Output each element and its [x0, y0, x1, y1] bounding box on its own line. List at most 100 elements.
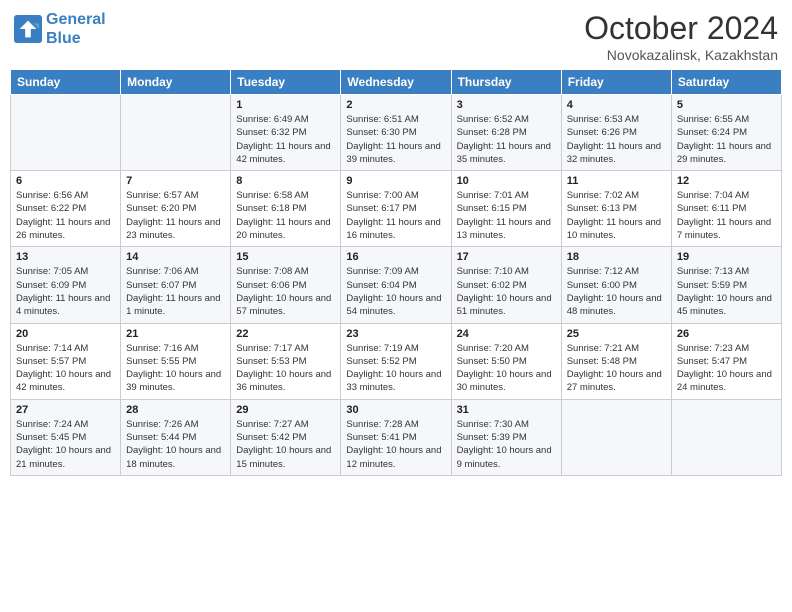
calendar-cell: 2Sunrise: 6:51 AMSunset: 6:30 PMDaylight…	[341, 95, 451, 171]
calendar-week-5: 27Sunrise: 7:24 AMSunset: 5:45 PMDayligh…	[11, 399, 782, 475]
calendar-cell: 31 Sunrise: 7:30 AMSunset: 5:39 PMDayligh…	[451, 399, 561, 475]
day-info: Sunrise: 7:27 AMSunset: 5:42 PMDaylight:…	[236, 418, 335, 471]
calendar-cell: 21 Sunrise: 7:16 AMSunset: 5:55 PMDayligh…	[121, 323, 231, 399]
day-info: Sunrise: 7:09 AMSunset: 6:04 PMDaylight:…	[346, 265, 445, 318]
day-number: 31	[457, 404, 556, 416]
day-number: 5	[677, 99, 776, 111]
day-number: 17	[457, 251, 556, 263]
calendar-cell	[561, 399, 671, 475]
calendar-cell: 8 Sunrise: 6:58 AMSunset: 6:18 PMDaylight…	[231, 171, 341, 247]
calendar-cell: 5 Sunrise: 6:55 AMSunset: 6:24 PMDaylight…	[671, 95, 781, 171]
calendar-cell: 19 Sunrise: 7:13 AMSunset: 5:59 PMDayligh…	[671, 247, 781, 323]
day-info: Sunrise: 7:02 AMSunset: 6:13 PMDaylight:…	[567, 189, 666, 242]
day-info: Sunrise: 7:06 AMSunset: 6:07 PMDaylight:…	[126, 265, 225, 318]
calendar-cell: 11 Sunrise: 7:02 AMSunset: 6:13 PMDayligh…	[561, 171, 671, 247]
day-number: 23	[346, 328, 445, 340]
calendar-cell: 16 Sunrise: 7:09 AMSunset: 6:04 PMDayligh…	[341, 247, 451, 323]
day-info: Sunrise: 7:21 AMSunset: 5:48 PMDaylight:…	[567, 342, 666, 395]
calendar-cell: 1 Sunrise: 6:49 AMSunset: 6:32 PMDaylight…	[231, 95, 341, 171]
calendar-cell: 25 Sunrise: 7:21 AMSunset: 5:48 PMDayligh…	[561, 323, 671, 399]
calendar-cell: 10Sunrise: 7:01 AMSunset: 6:15 PMDayligh…	[451, 171, 561, 247]
day-number: 24	[457, 328, 556, 340]
day-number: 9	[346, 175, 445, 187]
day-info: Sunrise: 7:04 AMSunset: 6:11 PMDaylight:…	[677, 189, 776, 242]
logo: GeneralBlue	[14, 10, 106, 48]
day-info: Sunrise: 7:23 AMSunset: 5:47 PMDaylight:…	[677, 342, 776, 395]
day-info: Sunrise: 6:57 AMSunset: 6:20 PMDaylight:…	[126, 189, 225, 242]
day-info: Sunrise: 6:52 AMSunset: 6:28 PMDaylight:…	[457, 113, 556, 166]
day-info: Sunrise: 6:53 AMSunset: 6:26 PMDaylight:…	[567, 113, 666, 166]
calendar-cell: 14 Sunrise: 7:06 AMSunset: 6:07 PMDayligh…	[121, 247, 231, 323]
day-info: Sunrise: 7:26 AMSunset: 5:44 PMDaylight:…	[126, 418, 225, 471]
weekday-header-saturday: Saturday	[671, 70, 781, 95]
logo-icon	[14, 15, 42, 43]
day-number: 12	[677, 175, 776, 187]
calendar-cell	[11, 95, 121, 171]
calendar-cell: 30 Sunrise: 7:28 AMSunset: 5:41 PMDayligh…	[341, 399, 451, 475]
day-number: 30	[346, 404, 445, 416]
calendar-cell	[671, 399, 781, 475]
day-info: Sunrise: 7:13 AMSunset: 5:59 PMDaylight:…	[677, 265, 776, 318]
day-info: Sunrise: 7:12 AMSunset: 6:00 PMDaylight:…	[567, 265, 666, 318]
day-info: Sunrise: 7:16 AMSunset: 5:55 PMDaylight:…	[126, 342, 225, 395]
calendar-cell: 9 Sunrise: 7:00 AMSunset: 6:17 PMDaylight…	[341, 171, 451, 247]
calendar-cell: 4 Sunrise: 6:53 AMSunset: 6:26 PMDaylight…	[561, 95, 671, 171]
title-block: October 2024 Novokazalinsk, Kazakhstan	[584, 10, 778, 63]
day-number: 25	[567, 328, 666, 340]
day-info: Sunrise: 6:49 AMSunset: 6:32 PMDaylight:…	[236, 113, 335, 166]
day-number: 7	[126, 175, 225, 187]
calendar-cell: 29 Sunrise: 7:27 AMSunset: 5:42 PMDayligh…	[231, 399, 341, 475]
day-info: Sunrise: 7:19 AMSunset: 5:52 PMDaylight:…	[346, 342, 445, 395]
calendar-week-4: 20Sunrise: 7:14 AMSunset: 5:57 PMDayligh…	[11, 323, 782, 399]
day-number: 13	[16, 251, 115, 263]
calendar-cell: 24 Sunrise: 7:20 AMSunset: 5:50 PMDayligh…	[451, 323, 561, 399]
day-info: Sunrise: 6:58 AMSunset: 6:18 PMDaylight:…	[236, 189, 335, 242]
weekday-header-tuesday: Tuesday	[231, 70, 341, 95]
weekday-header-sunday: Sunday	[11, 70, 121, 95]
day-number: 29	[236, 404, 335, 416]
day-number: 3	[457, 99, 556, 111]
logo-text: GeneralBlue	[46, 10, 106, 48]
calendar-cell: 13Sunrise: 7:05 AMSunset: 6:09 PMDayligh…	[11, 247, 121, 323]
calendar-cell: 3 Sunrise: 6:52 AMSunset: 6:28 PMDaylight…	[451, 95, 561, 171]
calendar-cell: 18Sunrise: 7:12 AMSunset: 6:00 PMDayligh…	[561, 247, 671, 323]
calendar-cell	[121, 95, 231, 171]
calendar-cell: 17Sunrise: 7:10 AMSunset: 6:02 PMDayligh…	[451, 247, 561, 323]
day-number: 11	[567, 175, 666, 187]
day-info: Sunrise: 7:01 AMSunset: 6:15 PMDaylight:…	[457, 189, 556, 242]
day-number: 21	[126, 328, 225, 340]
day-info: Sunrise: 7:17 AMSunset: 5:53 PMDaylight:…	[236, 342, 335, 395]
day-number: 19	[677, 251, 776, 263]
calendar-cell: 28Sunrise: 7:26 AMSunset: 5:44 PMDayligh…	[121, 399, 231, 475]
day-number: 6	[16, 175, 115, 187]
day-info: Sunrise: 7:00 AMSunset: 6:17 PMDaylight:…	[346, 189, 445, 242]
calendar-cell: 12 Sunrise: 7:04 AMSunset: 6:11 PMDayligh…	[671, 171, 781, 247]
weekday-header-friday: Friday	[561, 70, 671, 95]
day-number: 14	[126, 251, 225, 263]
day-info: Sunrise: 7:20 AMSunset: 5:50 PMDaylight:…	[457, 342, 556, 395]
calendar-cell: 20Sunrise: 7:14 AMSunset: 5:57 PMDayligh…	[11, 323, 121, 399]
day-number: 27	[16, 404, 115, 416]
day-number: 16	[346, 251, 445, 263]
day-number: 8	[236, 175, 335, 187]
calendar-cell: 22Sunrise: 7:17 AMSunset: 5:53 PMDayligh…	[231, 323, 341, 399]
calendar-cell: 15 Sunrise: 7:08 AMSunset: 6:06 PMDayligh…	[231, 247, 341, 323]
day-info: Sunrise: 6:55 AMSunset: 6:24 PMDaylight:…	[677, 113, 776, 166]
day-number: 20	[16, 328, 115, 340]
day-info: Sunrise: 7:08 AMSunset: 6:06 PMDaylight:…	[236, 265, 335, 318]
day-number: 1	[236, 99, 335, 111]
calendar-body: 1 Sunrise: 6:49 AMSunset: 6:32 PMDaylight…	[11, 95, 782, 476]
month-title: October 2024	[584, 10, 778, 47]
calendar-cell: 23 Sunrise: 7:19 AMSunset: 5:52 PMDayligh…	[341, 323, 451, 399]
day-number: 15	[236, 251, 335, 263]
day-number: 4	[567, 99, 666, 111]
day-number: 2	[346, 99, 445, 111]
calendar-cell: 26 Sunrise: 7:23 AMSunset: 5:47 PMDayligh…	[671, 323, 781, 399]
calendar-week-3: 13Sunrise: 7:05 AMSunset: 6:09 PMDayligh…	[11, 247, 782, 323]
day-number: 26	[677, 328, 776, 340]
weekday-header-thursday: Thursday	[451, 70, 561, 95]
day-info: Sunrise: 7:28 AMSunset: 5:41 PMDaylight:…	[346, 418, 445, 471]
day-info: Sunrise: 6:56 AMSunset: 6:22 PMDaylight:…	[16, 189, 115, 242]
weekday-header-monday: Monday	[121, 70, 231, 95]
day-info: Sunrise: 7:30 AMSunset: 5:39 PMDaylight:…	[457, 418, 556, 471]
